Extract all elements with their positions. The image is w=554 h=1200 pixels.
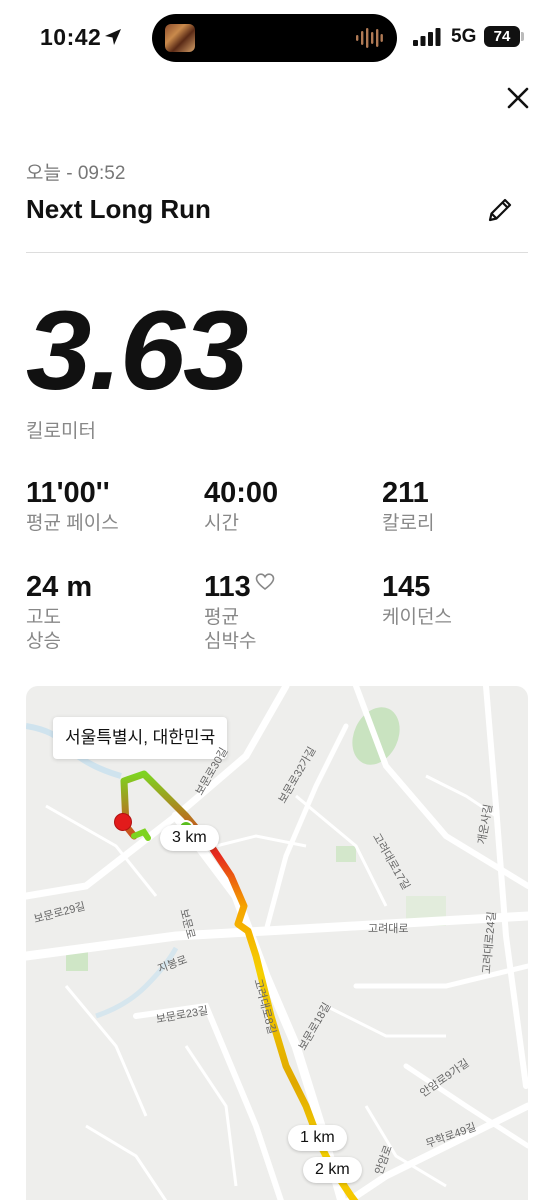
road-label: 고려대로 [368,923,409,935]
pace-value: 11'00'' [26,477,110,509]
heart-icon [255,573,275,591]
km-marker-2: 2 km [303,1157,362,1183]
calories-value: 211 [382,477,429,509]
status-bar: 10:42 5G 74 [0,0,554,76]
header-divider [26,252,528,253]
audio-wave-icon [356,28,383,48]
stat-time: 40:00 시간 [204,476,278,536]
stat-heart-rate[interactable]: 113 평균 심박수 [204,570,275,654]
pencil-icon[interactable] [484,194,516,226]
heart-rate-row: 113 [204,570,275,604]
map-roads [26,686,528,1200]
route-start-loop [131,828,151,841]
time-value: 40:00 [204,477,279,509]
distance-unit: 킬로미터 [26,421,96,442]
km-marker-3: 3 km [160,825,219,851]
heart-rate-value: 113 [204,571,251,603]
cadence-value: 145 [382,571,431,603]
time-label: 시간 [204,513,239,534]
route-map[interactable]: 서울특별시, 대한민국 3 km 1 km 2 km 고려대로 고려대로8길 지… [26,686,528,1200]
location-arrow-icon [105,29,121,45]
heart-rate-label-line1: 평균 [204,607,239,628]
stat-elevation: 24 m 고도 상승 [26,570,92,654]
map-green-block [336,846,356,862]
battery-nub [521,32,524,41]
close-icon[interactable] [504,84,532,112]
route-start-marker [114,813,132,831]
elevation-label-line1: 고도 [26,607,61,628]
map-location-label: 서울특별시, 대한민국 [53,717,228,759]
elevation-value: 24 m [26,571,93,603]
run-date: 오늘 - 09:52 [26,163,126,184]
cadence-label: 케이던스 [382,607,452,628]
stat-pace: 11'00'' 평균 페이스 [26,476,119,536]
pace-label: 평균 페이스 [26,513,119,534]
calories-label: 칼로리 [382,513,435,534]
battery-indicator: 74 [484,26,520,47]
elevation-label-line2: 상승 [26,631,61,652]
map-canvas [26,686,528,1200]
stat-cadence: 145 케이던스 [382,570,452,630]
run-title: Next Long Run [26,194,211,224]
km-marker-1: 1 km [288,1125,347,1151]
network-type: 5G [451,26,477,47]
now-playing-artwork [165,24,195,52]
status-time: 10:42 [40,24,102,50]
heart-rate-label-line2: 심박수 [204,631,257,652]
distance-value: 3.63 [26,288,249,413]
signal-bars-icon [413,28,441,46]
stat-calories: 211 칼로리 [382,476,434,536]
dynamic-island[interactable] [152,14,397,62]
